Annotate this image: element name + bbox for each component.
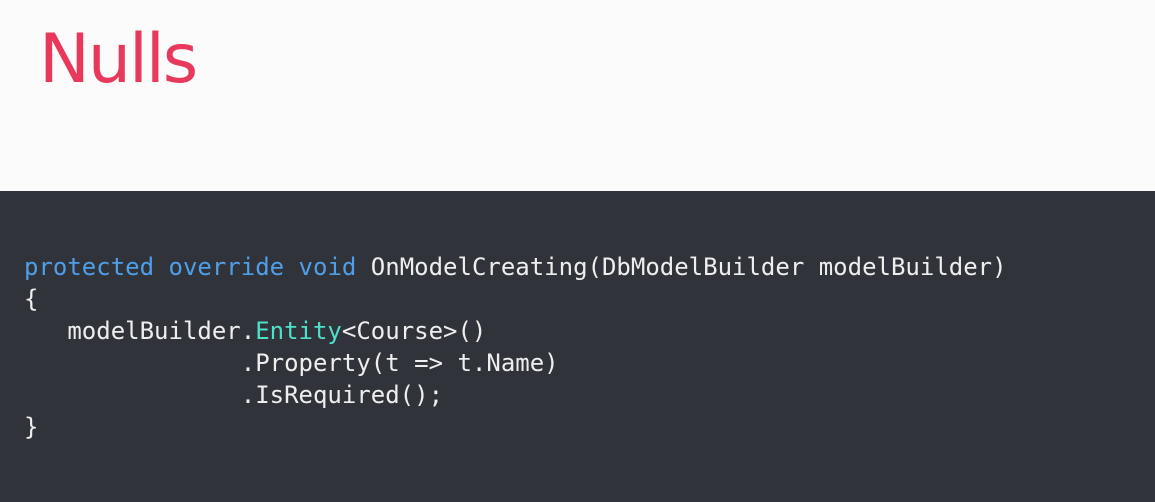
code-token: <Course>(): [341, 317, 487, 345]
code-token: OnModelCreating(DbModelBuilder modelBuil…: [356, 253, 1007, 281]
code-token: }: [24, 413, 39, 441]
code-token: .IsRequired();: [24, 381, 444, 409]
code-token-keyword: void: [298, 253, 357, 281]
code-token-keyword: protected: [24, 253, 155, 281]
code-token-type: Entity: [255, 317, 342, 345]
title-area: Nulls: [0, 0, 1155, 191]
code-line: protected override void OnModelCreating(…: [24, 251, 1007, 283]
code-line: {: [24, 283, 1007, 315]
code-token: modelBuilder.: [24, 317, 256, 345]
code-line: .IsRequired();: [24, 379, 1007, 411]
code-token: .Property(t => t.Name): [24, 349, 559, 377]
code-line: }: [24, 411, 1007, 443]
code-block: protected override void OnModelCreating(…: [24, 251, 1007, 443]
code-token-keyword: override: [168, 253, 285, 281]
slide-title: Nulls: [39, 20, 198, 99]
code-line: modelBuilder.Entity<Course>(): [24, 315, 1007, 347]
code-panel: protected override void OnModelCreating(…: [0, 191, 1155, 502]
code-token: {: [24, 285, 39, 313]
code-line: .Property(t => t.Name): [24, 347, 1007, 379]
